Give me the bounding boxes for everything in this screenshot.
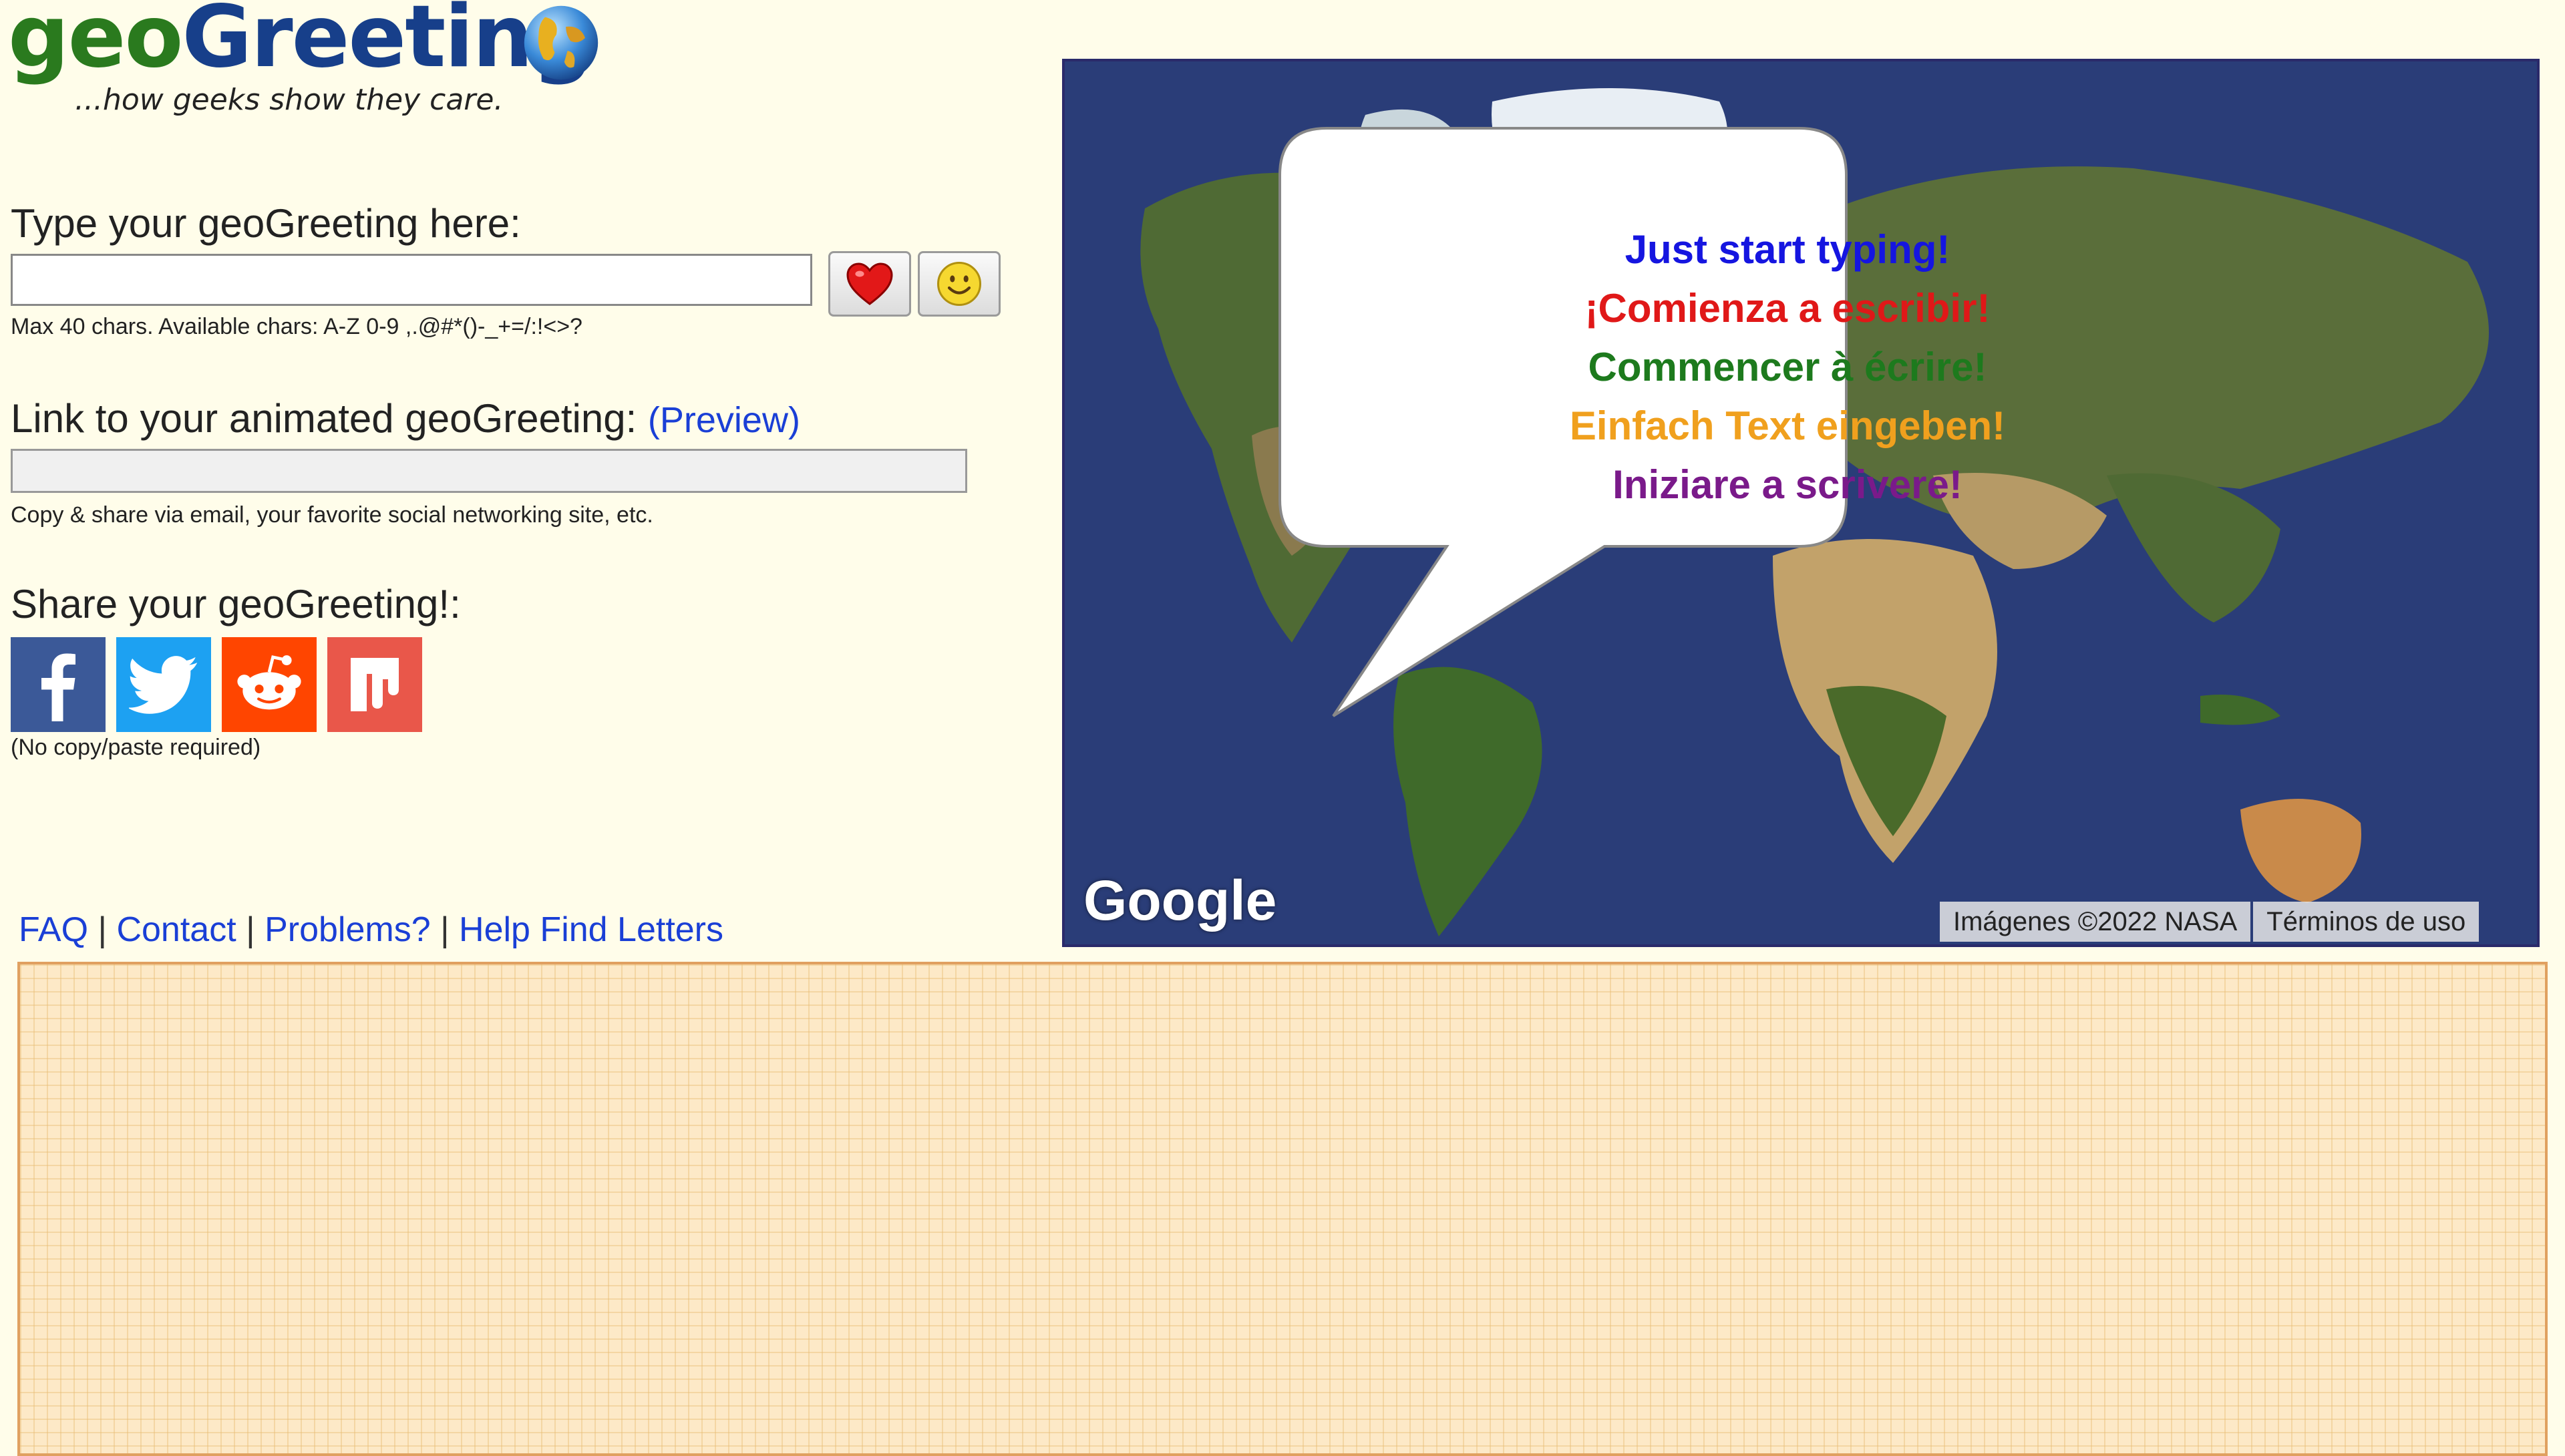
imagery-credit: Imágenes ©2022 NASA [1940,902,2251,942]
bubble-line-french: Commencer à écrire! [1588,345,1987,389]
contact-link[interactable]: Contact [116,910,236,949]
share-section-label: Share your geoGreeting!: [11,582,461,626]
greeting-input-label: Type your geoGreeting here: [11,201,521,246]
map-attribution: Imágenes ©2022 NASA Términos de uso [1940,902,2480,942]
facebook-icon [41,653,75,721]
greeting-link-field[interactable] [11,449,967,493]
link-share-hint: Copy & share via email, your favorite so… [11,502,653,528]
greeting-animation-canvas[interactable] [17,962,2548,1456]
bubble-line-italian: Iniziare a scrivere! [1612,462,1962,507]
globe-icon [524,5,598,80]
bubble-line-german: Einfach Text eingeben! [1569,403,2006,448]
smiley-button[interactable] [918,251,1001,317]
mix-icon [351,658,399,711]
link-separator: | [236,910,265,949]
smiley-icon [937,262,981,306]
heart-button[interactable] [828,251,911,317]
google-logo: Google [1083,869,1277,932]
footer-links: FAQ | Contact | Problems? | Help Find Le… [19,910,723,950]
reddit-icon [237,655,301,710]
reddit-share-button[interactable] [222,637,317,732]
greeting-char-hint: Max 40 chars. Available chars: A-Z 0-9 ,… [11,314,582,339]
twitter-share-button[interactable] [116,637,211,732]
site-logo[interactable]: geoGreeting [8,0,593,80]
link-section-label: Link to your animated geoGreeting: (Prev… [11,395,800,441]
facebook-share-button[interactable] [11,637,106,732]
bubble-line-english: Just start typing! [1624,227,1950,272]
greeting-input[interactable] [11,254,812,306]
terms-of-use-link[interactable]: Términos de uso [2253,902,2480,942]
tagline: ...how geeks show they care. [75,83,504,117]
problems-link[interactable]: Problems? [265,910,431,949]
bubble-line-spanish: ¡Comienza a escribir! [1584,286,1991,331]
heart-icon [846,262,893,305]
link-separator: | [88,910,117,949]
speech-bubble-text: Just start typing! ¡Comienza a escribir!… [1474,220,2101,514]
twitter-icon [129,656,198,714]
mix-share-button[interactable] [327,637,422,732]
help-find-letters-link[interactable]: Help Find Letters [459,910,723,949]
faq-link[interactable]: FAQ [19,910,88,949]
logo-text-geo: geo [8,0,183,87]
preview-link[interactable]: (Preview) [648,400,800,440]
share-note: (No copy/paste required) [11,735,261,760]
link-label-text: Link to your animated geoGreeting: [11,396,648,441]
link-separator: | [430,910,460,949]
